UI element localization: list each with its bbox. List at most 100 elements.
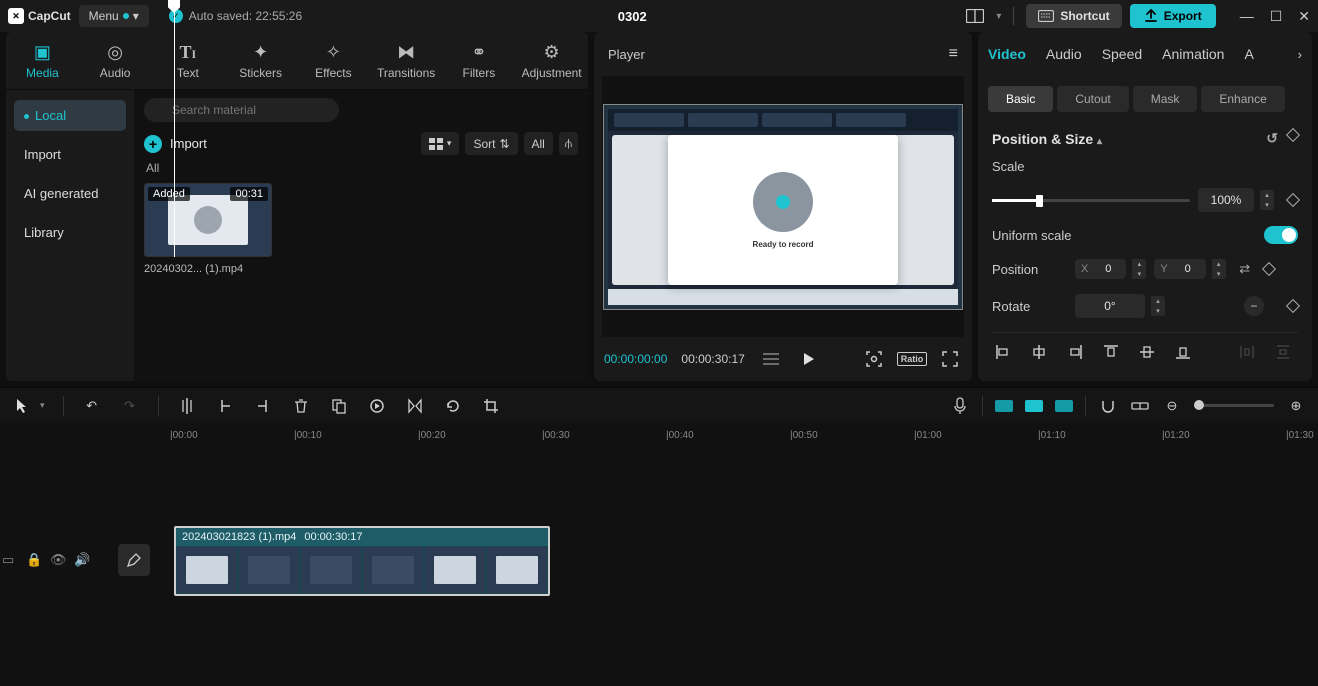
- lock-icon[interactable]: 🔒: [26, 552, 42, 568]
- collapse-icon[interactable]: ▴: [1097, 136, 1102, 147]
- tab-adjustment[interactable]: ⚙ Adjustment: [515, 32, 588, 89]
- reset-icon[interactable]: ↺: [1266, 130, 1278, 147]
- scale-value[interactable]: 100%: [1198, 188, 1254, 212]
- link-track-icon[interactable]: [1130, 396, 1150, 416]
- list-view-icon[interactable]: [759, 347, 783, 371]
- maximize-icon[interactable]: ☐: [1270, 8, 1283, 25]
- import-button[interactable]: + Import: [144, 135, 207, 153]
- distribute-v-icon[interactable]: [1272, 341, 1294, 363]
- rotate-icon[interactable]: [443, 396, 463, 416]
- fullscreen-icon[interactable]: [938, 347, 962, 371]
- magnet-icon[interactable]: [1098, 396, 1118, 416]
- mic-icon[interactable]: [950, 396, 970, 416]
- inspector-tabs-overflow-icon[interactable]: ›: [1298, 47, 1302, 62]
- align-right-icon[interactable]: [1064, 341, 1086, 363]
- undo-icon[interactable]: ↶: [82, 396, 102, 416]
- track-mode-3[interactable]: [1055, 400, 1073, 412]
- split-icon[interactable]: [177, 396, 197, 416]
- timeline-clip[interactable]: 202403021823 (1).mp4 00:00:30:17: [174, 526, 550, 596]
- subtab-enhance[interactable]: Enhance: [1201, 86, 1284, 112]
- sidebar-item-local[interactable]: Local: [14, 100, 126, 131]
- rotate-stepper[interactable]: ▴▾: [1151, 296, 1165, 316]
- zoom-slider[interactable]: [1194, 404, 1274, 407]
- export-button[interactable]: Export: [1130, 4, 1216, 28]
- tab-transitions[interactable]: ⧓ Transitions: [370, 32, 443, 89]
- tab-text[interactable]: TI Text: [152, 32, 225, 89]
- sidebar-item-ai-generated[interactable]: AI generated: [14, 178, 126, 209]
- subtab-basic[interactable]: Basic: [988, 86, 1053, 112]
- track-mode-2[interactable]: [1025, 400, 1043, 412]
- player-menu-icon[interactable]: ≡: [949, 45, 958, 63]
- rotate-reset-icon[interactable]: −: [1244, 296, 1264, 316]
- scan-icon[interactable]: [862, 347, 886, 371]
- zoom-out-icon[interactable]: ⊖: [1162, 396, 1182, 416]
- inspector-tab-video[interactable]: Video: [988, 46, 1026, 62]
- trim-left-icon[interactable]: [215, 396, 235, 416]
- tab-audio[interactable]: ◎ Audio: [79, 32, 152, 89]
- align-center-v-icon[interactable]: [1136, 341, 1158, 363]
- tab-filters[interactable]: ⚭ Filters: [443, 32, 516, 89]
- menu-button[interactable]: Menu ▾: [79, 5, 149, 27]
- keyframe-icon[interactable]: [1286, 299, 1300, 313]
- shortcut-button[interactable]: Shortcut: [1026, 4, 1121, 28]
- subtab-cutout[interactable]: Cutout: [1057, 86, 1128, 112]
- pos-y-stepper[interactable]: ▴▾: [1212, 259, 1226, 279]
- copy-icon[interactable]: [329, 396, 349, 416]
- tab-effects[interactable]: ✧ Effects: [297, 32, 370, 89]
- minimize-icon[interactable]: —: [1240, 8, 1254, 25]
- align-center-h-icon[interactable]: [1028, 341, 1050, 363]
- position-x-input[interactable]: X 0: [1075, 259, 1126, 279]
- zoom-in-icon[interactable]: ⊕: [1286, 396, 1306, 416]
- track-mode-1[interactable]: [995, 400, 1013, 412]
- link-icon[interactable]: ⇄: [1234, 258, 1256, 280]
- filter-all-button[interactable]: All: [524, 132, 553, 155]
- inspector-tab-more[interactable]: A: [1244, 46, 1253, 62]
- keyframe-icon[interactable]: [1262, 262, 1276, 276]
- track-edit-tool[interactable]: [118, 544, 150, 576]
- inspector-tab-animation[interactable]: Animation: [1162, 46, 1224, 62]
- ratio-button[interactable]: Ratio: [900, 347, 924, 371]
- redo-icon[interactable]: ↷: [120, 396, 140, 416]
- mute-icon[interactable]: 🔊: [74, 552, 90, 568]
- crop-icon[interactable]: [481, 396, 501, 416]
- sort-button[interactable]: Sort ⇅: [465, 132, 517, 155]
- inspector-tab-audio[interactable]: Audio: [1046, 46, 1082, 62]
- chevron-down-icon[interactable]: ▾: [996, 11, 1001, 22]
- scale-stepper[interactable]: ▴ ▾: [1260, 190, 1274, 210]
- align-left-icon[interactable]: [992, 341, 1014, 363]
- tab-media[interactable]: ▣ Media: [6, 32, 79, 89]
- close-icon[interactable]: ✕: [1298, 8, 1310, 25]
- distribute-h-icon[interactable]: [1236, 341, 1258, 363]
- filter-options-button[interactable]: ⫛: [559, 132, 578, 155]
- pos-x-stepper[interactable]: ▴▾: [1132, 259, 1146, 279]
- inspector-tab-speed[interactable]: Speed: [1102, 46, 1142, 62]
- align-top-icon[interactable]: [1100, 341, 1122, 363]
- mirror-icon[interactable]: [405, 396, 425, 416]
- scale-slider[interactable]: [992, 199, 1190, 202]
- play-button[interactable]: [797, 347, 821, 371]
- timeline-ruler[interactable]: |00:00 |00:10 |00:20 |00:30 |00:40 |00:5…: [0, 423, 1318, 447]
- player-viewport[interactable]: Ready to record: [602, 76, 964, 337]
- eye-icon[interactable]: 👁: [50, 552, 66, 568]
- tab-stickers[interactable]: ✦ Stickers: [224, 32, 297, 89]
- chevron-down-icon[interactable]: ▾: [40, 400, 45, 411]
- step-down-icon[interactable]: ▾: [1260, 200, 1274, 210]
- select-tool-icon[interactable]: [12, 396, 32, 416]
- step-up-icon[interactable]: ▴: [1260, 190, 1274, 200]
- subtab-mask[interactable]: Mask: [1133, 86, 1198, 112]
- reverse-icon[interactable]: [367, 396, 387, 416]
- layout-icon[interactable]: [962, 3, 988, 29]
- view-mode-button[interactable]: ▾: [421, 132, 460, 155]
- sidebar-item-import[interactable]: Import: [14, 139, 126, 170]
- position-y-input[interactable]: Y 0: [1154, 259, 1205, 279]
- trim-right-icon[interactable]: [253, 396, 273, 416]
- rotate-value-input[interactable]: 0°: [1075, 294, 1145, 318]
- playhead[interactable]: [174, 0, 175, 257]
- keyframe-icon[interactable]: [1286, 193, 1300, 207]
- align-bottom-icon[interactable]: [1172, 341, 1194, 363]
- uniform-scale-toggle[interactable]: [1264, 226, 1298, 244]
- sidebar-item-library[interactable]: Library: [14, 217, 126, 248]
- media-clip[interactable]: Added 00:31 20240302... (1).mp4: [144, 183, 272, 275]
- delete-icon[interactable]: [291, 396, 311, 416]
- track-panel-icon[interactable]: ▭: [2, 552, 18, 568]
